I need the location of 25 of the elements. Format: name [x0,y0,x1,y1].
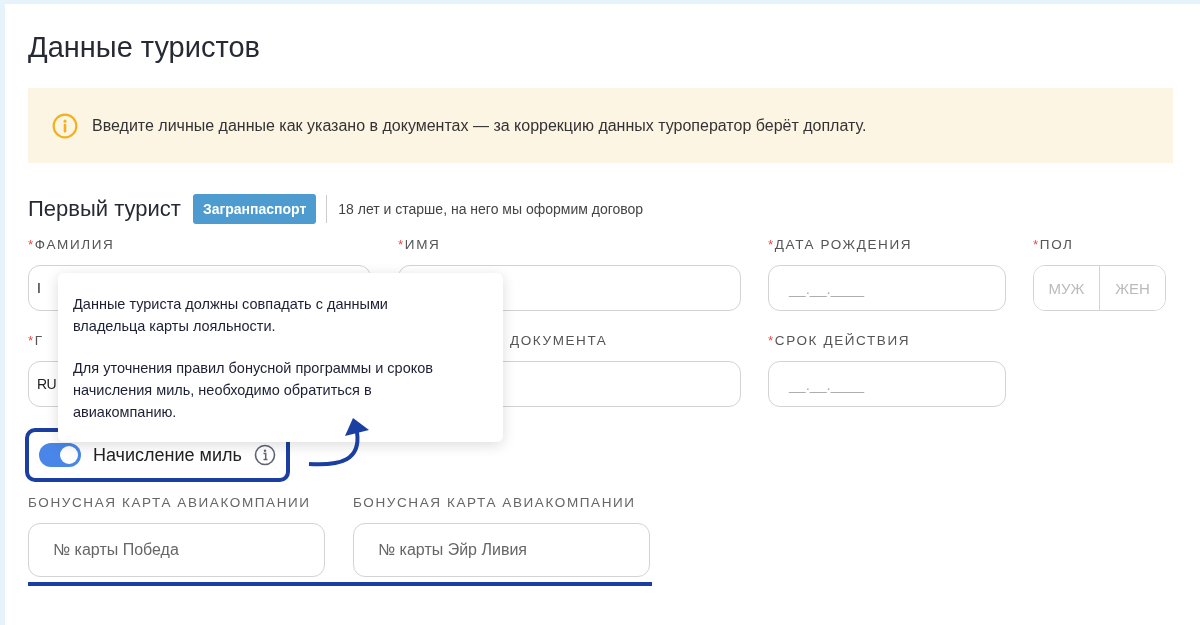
date-field[interactable]: __.__.____ [768,361,1006,407]
field-label: БОНУСНАЯ КАРТА АВИАКОМПАНИИ [353,494,636,512]
field-label: *ПОЛ [1033,236,1074,254]
notice-text: Введите личные данные как указано в документах — за коррекцию данных туроператор берёт доплату. [92,116,867,135]
info-icon[interactable] [253,444,276,466]
page-title: Данные туристов [28,30,261,64]
field-label: *ИМЯ [398,236,441,254]
field-label: ДОКУМЕНТА [510,332,608,350]
gender-option[interactable]: ЖЕН [1099,266,1165,310]
section-heading: Первый турист [28,196,181,222]
field-label: *Г [28,332,44,350]
field-label: *СРОК ДЕЙСТВИЯ [768,332,911,350]
input-field[interactable]: № карты Победа [28,523,325,577]
field-label: БОНУСНАЯ КАРТА АВИАКОМПАНИИ [28,494,311,512]
document-badge: Загранпаспорт [192,194,317,224]
section-note: 18 лет и старше, на него мы оформим договор [326,195,644,223]
tooltip-text: Данные туриста должны совпадать с данными владельца карты лояльности. [73,295,389,336]
field-label: *ФАМИЛИЯ [28,236,115,254]
tooltip-text: Для уточнения правил бонусной программы и сроков начисления миль, необходимо обратиться в авиакомпанию. [73,359,434,422]
input-field[interactable]: № карты Эйр Ливия [353,523,650,577]
toggle-label: Начисление миль [93,444,242,466]
toggle-switch[interactable] [39,443,81,467]
field-label: *ДАТА РОЖДЕНИЯ [768,236,913,254]
info-icon [52,112,78,139]
date-field[interactable]: __.__.____ [768,265,1006,311]
